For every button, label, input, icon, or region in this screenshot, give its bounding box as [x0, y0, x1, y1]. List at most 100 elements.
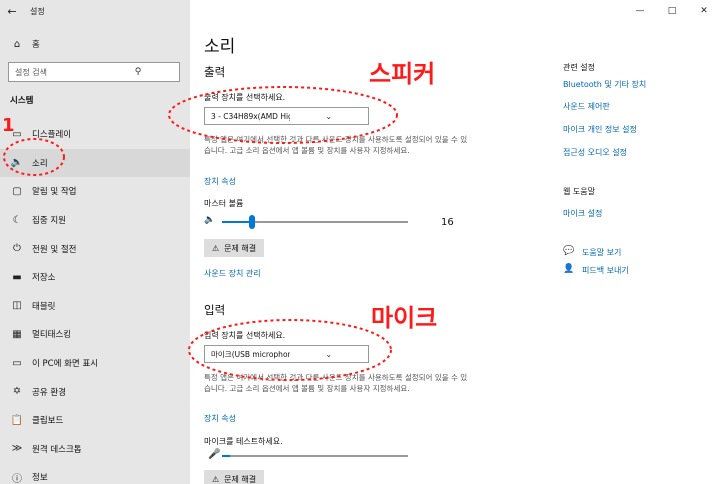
sidebar-item-label: 전원 및 절전	[32, 244, 77, 255]
multitask-icon: ▦	[12, 328, 22, 340]
output-heading: 출력	[204, 65, 226, 79]
sidebar-item-shared-experiences[interactable]: ✡ 공유 환경	[0, 377, 190, 406]
input-properties-link[interactable]: 장치 속성	[204, 413, 236, 424]
tablet-icon: ◫	[12, 300, 22, 312]
sidebar-item-multitasking[interactable]: ▦ 멀티태스킹	[0, 320, 190, 349]
close-icon[interactable]: ✕	[688, 0, 720, 22]
input-troubleshoot-button[interactable]: ⚠ 문제 해결	[204, 470, 265, 484]
sidebar-item-remote-desktop[interactable]: ≫ 원격 데스크톱	[0, 435, 190, 464]
sidebar-item-label: 태블릿	[32, 301, 56, 312]
input-device-value: 마이크(USB microphone)	[211, 349, 290, 359]
mic-level-fill	[222, 455, 230, 457]
sidebar-item-projecting[interactable]: ▭ 이 PC에 화면 표시	[0, 349, 190, 378]
button-label: 문제 해결	[224, 474, 257, 484]
button-label: 문제 해결	[224, 243, 257, 253]
nav-list: ▭ 디스플레이 🔈 소리 ▢ 알림 및 작업 ☾ 집중 지원 ⏻ 전원 및 절전…	[0, 120, 190, 484]
web-help-mic-setup-link[interactable]: 마이크 설정	[563, 208, 602, 219]
volume-slider-fill	[222, 221, 252, 223]
section-heading: 시스템	[10, 96, 34, 106]
sidebar-item-focus-assist[interactable]: ☾ 집중 지원	[0, 206, 190, 235]
back-arrow-icon[interactable]: ←	[0, 0, 24, 22]
sidebar-item-label: 알림 및 작업	[32, 187, 77, 198]
app-title: 설정	[30, 6, 45, 16]
related-settings-heading: 관련 설정	[563, 63, 595, 72]
sidebar-item-label: 정보	[32, 473, 48, 484]
sidebar-item-sound[interactable]: 🔈 소리	[0, 148, 190, 178]
speaker-icon: 🔈	[10, 157, 24, 169]
output-description: 특정 앱은 여기에서 선택한 것과 다른 사운드 장치를 사용하도록 설정되어 …	[204, 135, 468, 155]
mic-annotation: 마이크	[371, 304, 438, 332]
manage-sound-devices-link[interactable]: 사운드 장치 관리	[204, 268, 261, 279]
search-input[interactable]: 설정 검색 ⚲	[8, 62, 180, 82]
output-troubleshoot-button[interactable]: ⚠ 문제 해결	[204, 239, 265, 257]
volume-icon[interactable]: 🔈	[204, 215, 215, 225]
input-heading: 입력	[204, 303, 226, 317]
sidebar-item-power[interactable]: ⏻ 전원 및 절전	[0, 234, 190, 263]
warning-icon: ⚠	[212, 243, 220, 253]
project-icon: ▭	[12, 357, 22, 369]
home-label: 홈	[32, 40, 40, 50]
step-number-annotation: 1	[2, 115, 15, 136]
volume-slider-thumb[interactable]	[249, 215, 255, 229]
minimize-icon[interactable]: —	[624, 0, 656, 22]
search-placeholder: 설정 검색	[15, 67, 47, 77]
microphone-icon: 🎤	[208, 449, 221, 460]
related-link-bluetooth[interactable]: Bluetooth 및 기타 장치	[563, 79, 646, 90]
warning-icon: ⚠	[212, 474, 220, 484]
chevron-down-icon: ⌄	[325, 349, 333, 359]
search-icon[interactable]: ⚲	[97, 67, 179, 77]
related-link-mic-privacy[interactable]: 마이크 개인 정보 설정	[563, 124, 637, 135]
web-help-heading: 웹 도움말	[563, 187, 595, 196]
sidebar-item-label: 디스플레이	[32, 130, 72, 141]
related-link-sound-control-panel[interactable]: 사운드 제어판	[563, 101, 610, 112]
output-device-label: 출력 장치를 선택하세요.	[204, 93, 286, 102]
sidebar-item-label: 클립보드	[32, 416, 64, 427]
power-icon: ⏻	[13, 243, 21, 255]
remote-icon: ≫	[11, 443, 23, 455]
get-help-link[interactable]: 도움말 보기	[582, 247, 621, 258]
sidebar-item-label: 집중 지원	[32, 216, 66, 227]
moon-icon: ☾	[12, 214, 22, 226]
output-device-value: 3 - C34H89x(AMD High Definition...	[211, 111, 290, 121]
related-link-accessibility-audio[interactable]: 접근성 오디오 설정	[563, 147, 627, 158]
sidebar-item-label: 멀티태스킹	[32, 330, 72, 341]
title-bar: ← 설정	[0, 0, 190, 22]
share-icon: ✡	[12, 386, 22, 398]
output-device-dropdown[interactable]: 3 - C34H89x(AMD High Definition... ⌄	[204, 107, 369, 125]
sidebar-item-label: 이 PC에 화면 표시	[32, 359, 99, 370]
page-title: 소리	[204, 37, 236, 57]
help-icon: 💬	[563, 246, 575, 256]
sidebar-item-display[interactable]: ▭ 디스플레이	[0, 120, 190, 149]
sidebar-item-tablet[interactable]: ◫ 태블릿	[0, 292, 190, 321]
sidebar-item-label: 저장소	[32, 273, 56, 284]
volume-value: 16	[441, 217, 454, 228]
sidebar-item-notifications[interactable]: ▢ 알림 및 작업	[0, 177, 190, 206]
sidebar-item-label: 공유 환경	[32, 387, 66, 398]
chevron-down-icon: ⌄	[325, 111, 333, 121]
home-icon: ⌂	[13, 38, 21, 50]
info-icon: ⓘ	[12, 473, 22, 484]
speaker-annotation: 스피커	[369, 60, 436, 88]
sidebar-item-home[interactable]: ⌂ 홈	[0, 33, 190, 55]
window-controls: — □ ✕	[624, 0, 720, 22]
master-volume-label: 마스터 볼륨	[204, 199, 244, 208]
output-properties-link[interactable]: 장치 속성	[204, 176, 236, 187]
storage-icon: ▬	[12, 271, 22, 283]
sidebar-item-about[interactable]: ⓘ 정보	[0, 463, 190, 484]
sidebar: ← 설정 ⌂ 홈 설정 검색 ⚲ 시스템 ▭ 디스플레이 🔈 소리 ▢ 알림 및…	[0, 0, 190, 484]
sidebar-item-clipboard[interactable]: 📋 클립보드	[0, 406, 190, 435]
input-description: 특정 앱은 여기에서 선택한 것과 다른 사운드 장치를 사용하도록 설정되어 …	[204, 373, 468, 393]
feedback-icon: 👤	[563, 264, 575, 274]
maximize-icon[interactable]: □	[656, 0, 688, 22]
main-content: — □ ✕ 소리 출력 출력 장치를 선택하세요. 3 - C34H89x(AM…	[190, 0, 720, 484]
mic-test-label: 마이크를 테스트하세요.	[204, 437, 283, 446]
sidebar-item-label: 원격 데스크톱	[32, 444, 82, 455]
clipboard-icon: 📋	[10, 414, 24, 426]
sidebar-item-storage[interactable]: ▬ 저장소	[0, 263, 190, 292]
feedback-link[interactable]: 피드백 보내기	[582, 265, 629, 276]
sidebar-item-label: 소리	[32, 158, 48, 169]
notification-icon: ▢	[12, 185, 22, 197]
input-device-label: 입력 장치를 선택하세요.	[204, 331, 286, 340]
input-device-dropdown[interactable]: 마이크(USB microphone) ⌄	[204, 345, 369, 363]
mic-level-track	[222, 455, 408, 457]
